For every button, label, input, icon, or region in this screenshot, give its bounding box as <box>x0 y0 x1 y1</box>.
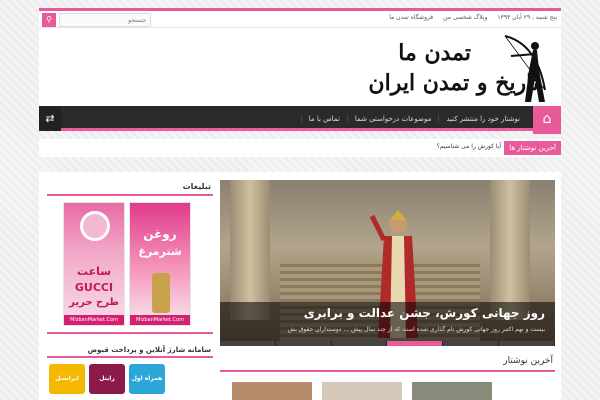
site-header: تمدن ما تاریخ و تمدن ایران <box>39 28 561 106</box>
operator-irancell[interactable]: ایرانسل <box>49 364 85 394</box>
current-date: پنج شنبه ، ۲۹ آبان ۱۳۹۳ <box>497 14 557 21</box>
top-links: پنج شنبه ، ۲۹ آبان ۱۳۹۳ وبلاگ شخصی من فر… <box>389 14 557 21</box>
search-input[interactable] <box>59 13 151 27</box>
page: ⚲ پنج شنبه ، ۲۹ آبان ۱۳۹۳ وبلاگ شخصی من … <box>39 0 561 400</box>
main-nav: ⌂ نوشتار خود را منتشر کنید موضوعات درخوا… <box>39 106 561 134</box>
main-content: تبلیغات روغن شترمرغ MizbanMarket.Com ساع… <box>39 172 561 400</box>
column-right <box>490 180 530 320</box>
post-thumbnail[interactable] <box>232 382 312 400</box>
ad2-line1: ساعت <box>76 265 112 278</box>
search-icon: ⚲ <box>46 15 52 24</box>
slider-title[interactable]: روز جهانی کورش، جشن عدالت و برابری <box>304 306 545 320</box>
ad2-line2: GUCCI <box>74 281 114 294</box>
nav-item-publish[interactable]: نوشتار خود را منتشر کنید <box>438 114 527 123</box>
latest-title: آخرین نوشتار <box>503 356 553 366</box>
ad-banner-oil[interactable]: روغن شترمرغ MizbanMarket.Com <box>129 202 191 326</box>
home-icon: ⌂ <box>542 111 552 127</box>
archer-logo-icon <box>504 35 546 102</box>
slider-caption: روز جهانی کورش، جشن عدالت و برابری بیست … <box>220 302 555 346</box>
operator-list: ایرانسل رایتل همراه اول <box>49 364 165 394</box>
operator-rightel[interactable]: رایتل <box>89 364 125 394</box>
featured-slider[interactable]: روز جهانی کورش، جشن عدالت و برابری بیست … <box>220 180 555 346</box>
search-button[interactable]: ⚲ <box>42 13 56 27</box>
home-button[interactable]: ⌂ <box>533 106 561 134</box>
slider-dot[interactable] <box>443 341 500 346</box>
ads-title: تبلیغات <box>182 182 211 191</box>
slider-dot[interactable] <box>499 341 555 346</box>
ad-banner-watch[interactable]: ساعت GUCCI طرح حریر MizbanMarket.Com <box>63 202 125 326</box>
charge-widget-header: سامانه شارژ آنلاین و پرداخت قبوض <box>47 344 213 358</box>
slider-dot[interactable] <box>276 341 332 346</box>
random-button[interactable]: ⇄ <box>39 106 61 131</box>
slider-excerpt: بیست و نهم اکتبر روز جهانی کورش نام گذار… <box>287 326 545 333</box>
column-left <box>230 180 270 320</box>
slider-dot-active[interactable] <box>387 341 444 346</box>
slider-dot[interactable] <box>332 341 388 346</box>
shuffle-icon: ⇄ <box>45 112 55 125</box>
latest-posts-header: آخرین نوشتار <box>220 356 555 372</box>
top-link-blog[interactable]: وبلاگ شخصی من <box>443 14 487 21</box>
nav-menu: نوشتار خود را منتشر کنید موضوعات درخواست… <box>300 106 527 131</box>
ad1-line1: روغن <box>143 227 177 241</box>
breaking-tag: آخرین نوشتار ها <box>504 141 561 155</box>
oil-bottle-icon <box>152 273 170 313</box>
breaking-news-bar: آخرین نوشتار ها آیا کورش را می شناسیم؟ <box>39 139 561 157</box>
logo-title[interactable]: تمدن ما <box>398 40 471 66</box>
ad2-footer: MizbanMarket.Com <box>64 315 124 325</box>
ad2-line3: طرح حریر <box>69 297 119 308</box>
breaking-link[interactable]: آیا کورش را می شناسیم؟ <box>437 143 501 150</box>
ad1-footer: MizbanMarket.Com <box>130 315 190 325</box>
sidebar-divider <box>47 332 213 334</box>
slider-dot[interactable] <box>220 341 276 346</box>
nav-item-contact[interactable]: تماس با ما <box>300 114 347 123</box>
ads-widget-header: تبلیغات <box>47 180 213 196</box>
latest-posts-list <box>232 382 492 400</box>
operator-hamrahaval[interactable]: همراه اول <box>129 364 165 394</box>
nav-item-requests[interactable]: موضوعات درخواستی شما <box>346 114 439 123</box>
ad1-line2: شترمرغ <box>138 245 182 258</box>
charge-title: سامانه شارژ آنلاین و پرداخت قبوض <box>87 346 211 354</box>
post-thumbnail[interactable] <box>412 382 492 400</box>
top-link-shop[interactable]: فروشگاه تمدن ما <box>389 14 433 21</box>
top-bar: ⚲ پنج شنبه ، ۲۹ آبان ۱۳۹۳ وبلاگ شخصی من … <box>39 8 561 28</box>
watch-icon <box>80 211 110 241</box>
slider-pager <box>220 341 555 346</box>
post-thumbnail[interactable] <box>322 382 402 400</box>
